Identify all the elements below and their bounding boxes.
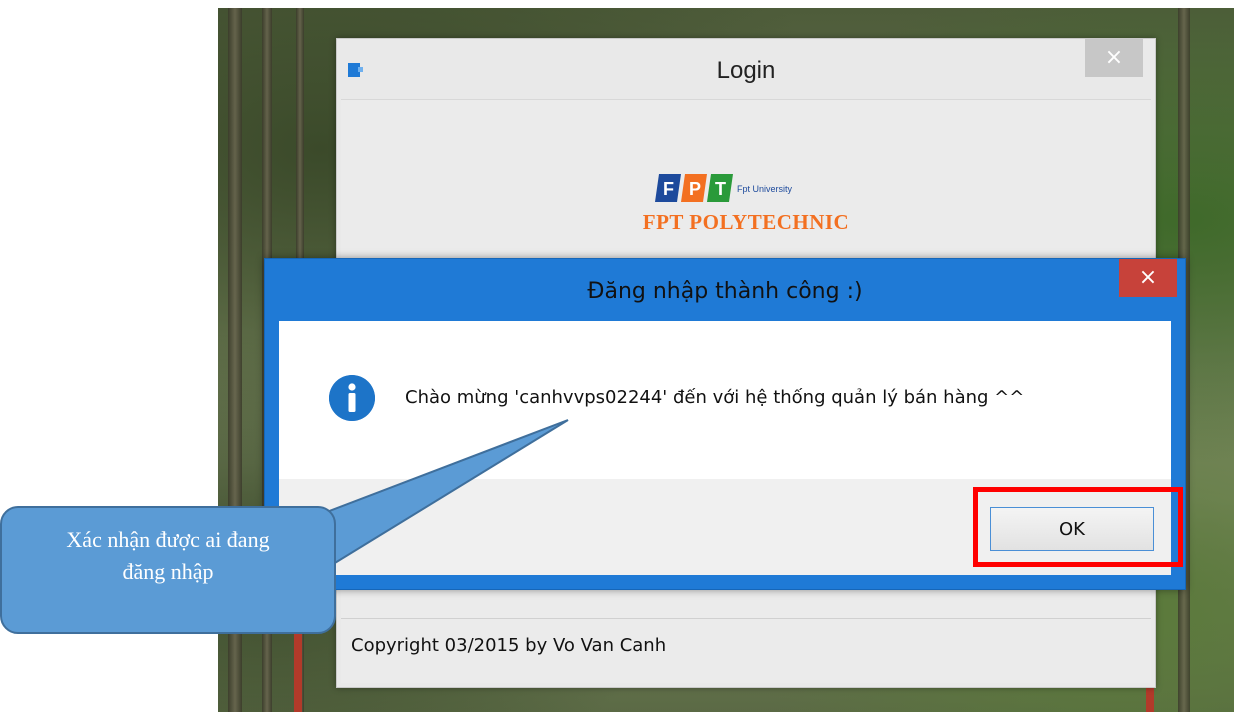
login-titlebar[interactable]: Login × (337, 39, 1155, 99)
info-icon (329, 375, 375, 421)
copyright-text: Copyright 03/2015 by Vo Van Canh (351, 635, 667, 656)
annotation-callout: Xác nhận được ai đang đăng nhập (0, 506, 336, 634)
logo-subtitle: Fpt University (737, 184, 793, 194)
svg-text:P: P (689, 179, 701, 199)
ok-highlight-box (973, 487, 1183, 567)
fpt-logo-icon: F P T (655, 174, 733, 202)
dialog-close-button[interactable]: × (1119, 259, 1177, 297)
svg-text:T: T (715, 179, 726, 199)
callout-line-1: Xác nhận được ai đang (66, 527, 270, 552)
svg-text:F: F (663, 179, 674, 199)
dialog-message: Chào mừng 'canhvvps02244' đến với hệ thố… (405, 387, 1025, 408)
login-close-button[interactable]: × (1085, 39, 1143, 77)
dialog-title: Đăng nhập thành công :) (587, 279, 863, 304)
logo-name: FPT POLYTECHNIC (642, 210, 850, 234)
callout-text: Xác nhận được ai đang đăng nhập (8, 524, 328, 588)
divider (341, 618, 1151, 619)
login-title: Login (716, 57, 776, 84)
callout-line-2: đăng nhập (122, 559, 214, 584)
dialog-content: Chào mừng 'canhvvps02244' đến với hệ thố… (279, 321, 1171, 479)
